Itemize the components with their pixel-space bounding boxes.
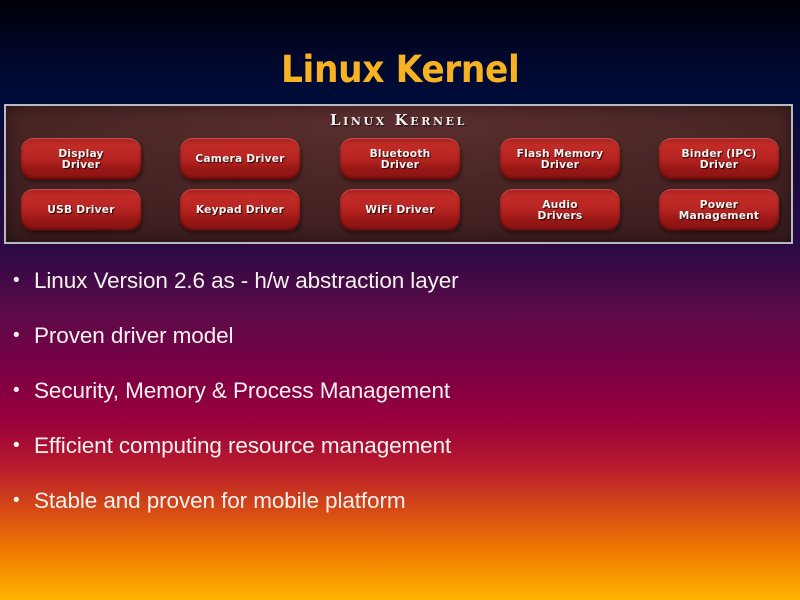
- driver-box-flash-memory-driver: Flash Memory Driver: [499, 138, 620, 180]
- slide-title-container: Linux Kernel: [0, 48, 800, 91]
- driver-label-line1: Keypad Driver: [196, 203, 285, 217]
- driver-label-line2: Driver: [380, 158, 420, 171]
- driver-box-wifi-driver: WiFi Driver: [339, 189, 461, 231]
- driver-box-bluetooth-driver: Bluetooth Driver: [339, 138, 461, 180]
- bullet-marker-icon: •: [13, 325, 20, 346]
- driver-label-line2: Driver: [61, 158, 100, 171]
- driver-cell: Display Driver: [17, 138, 145, 180]
- driver-label-line2: Drivers: [537, 209, 583, 222]
- bullet-text: Stable and proven for mobile platform: [34, 488, 406, 513]
- driver-cell: USB Driver: [17, 189, 145, 231]
- driver-box-display-driver: Display Driver: [20, 138, 141, 180]
- driver-label-line2: Driver: [540, 158, 579, 171]
- driver-label-line2: Driver: [699, 158, 739, 171]
- diagram-heading: Linux Kernel: [329, 111, 468, 129]
- driver-cell: Audio Drivers: [496, 189, 624, 231]
- driver-box-audio-drivers: Audio Drivers: [499, 189, 620, 231]
- bullet-marker-icon: •: [13, 270, 20, 291]
- list-item: • Security, Memory & Process Management: [12, 378, 792, 433]
- driver-box-binder-ipc-driver: Binder (IPC) Driver: [659, 138, 780, 180]
- linux-kernel-diagram: Linux Kernel Display Driver Camera Drive…: [4, 104, 793, 244]
- bullet-text: Security, Memory & Process Management: [34, 378, 451, 403]
- bullet-marker-icon: •: [13, 435, 20, 456]
- bullet-text: Proven driver model: [34, 323, 234, 348]
- bullet-text: Efficient computing resource management: [34, 433, 452, 458]
- driver-label-line1: WiFi Driver: [365, 203, 435, 217]
- page-title: Linux Kernel: [280, 48, 520, 91]
- driver-grid: Display Driver Camera Driver Bluetooth D…: [17, 138, 783, 231]
- driver-cell: Power Management: [655, 189, 783, 231]
- driver-label-line1: Camera Driver: [195, 152, 286, 166]
- bullet-marker-icon: •: [13, 380, 20, 401]
- presentation-slide: Linux Kernel Linux Kernel Display Driver…: [0, 0, 800, 600]
- driver-label-line2: Management: [678, 209, 760, 222]
- list-item: • Linux Version 2.6 as - h/w abstraction…: [12, 268, 792, 323]
- driver-cell: Binder (IPC) Driver: [655, 138, 783, 180]
- list-item: • Stable and proven for mobile platform: [12, 488, 792, 543]
- driver-cell: WiFi Driver: [336, 189, 464, 231]
- driver-box-power-management: Power Management: [659, 189, 780, 231]
- bullet-text: Linux Version 2.6 as - h/w abstraction l…: [34, 268, 459, 293]
- driver-box-usb-driver: USB Driver: [20, 189, 141, 231]
- driver-cell: Flash Memory Driver: [496, 138, 624, 180]
- list-item: • Efficient computing resource managemen…: [12, 433, 792, 488]
- driver-cell: Keypad Driver: [177, 189, 305, 231]
- driver-box-keypad-driver: Keypad Driver: [180, 189, 301, 231]
- list-item: • Proven driver model: [12, 323, 792, 378]
- driver-label-line1: USB Driver: [47, 203, 115, 217]
- driver-box-camera-driver: Camera Driver: [180, 138, 301, 180]
- bullet-marker-icon: •: [13, 490, 20, 511]
- bullet-list: • Linux Version 2.6 as - h/w abstraction…: [12, 268, 792, 543]
- driver-cell: Camera Driver: [177, 138, 305, 180]
- driver-cell: Bluetooth Driver: [336, 138, 464, 180]
